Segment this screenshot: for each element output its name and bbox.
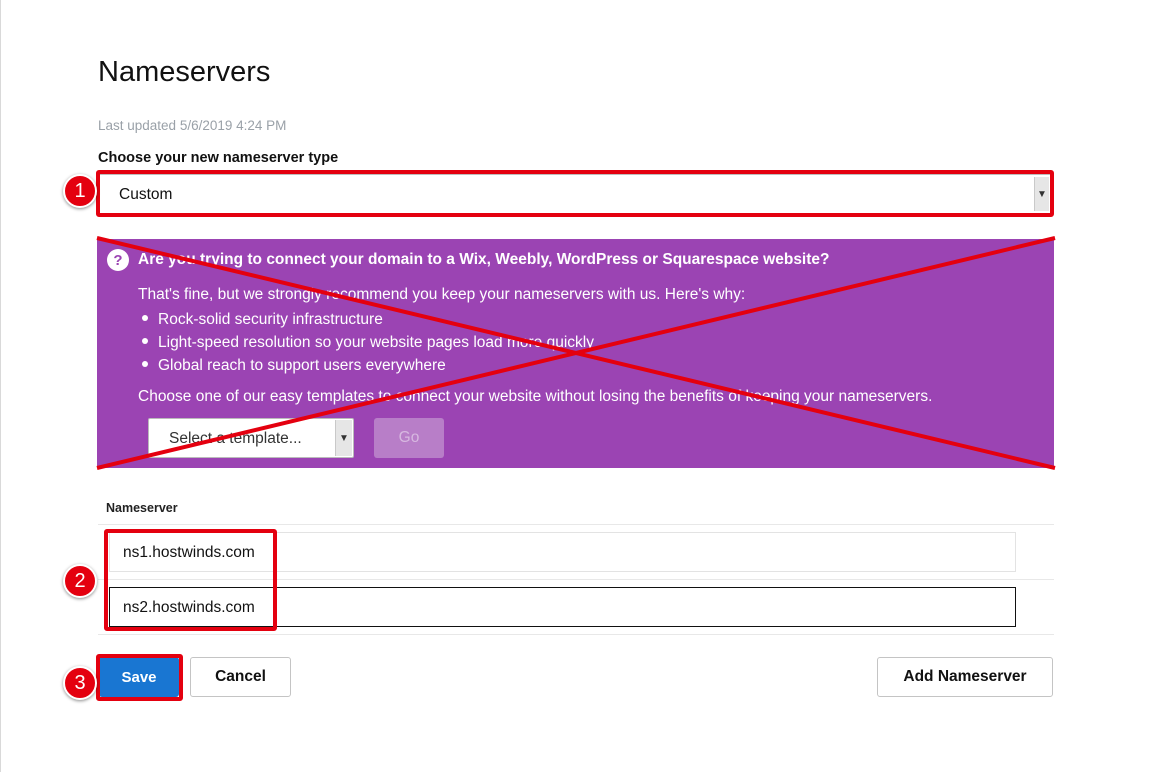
highlight-type-select (96, 170, 1054, 217)
cancel-button[interactable]: Cancel (190, 657, 291, 697)
highlight-save-button (96, 654, 183, 701)
divider (98, 524, 1054, 525)
highlight-nameserver-values (104, 529, 277, 631)
divider (98, 634, 1054, 635)
step-badge-1: 1 (63, 174, 97, 208)
step-badge-3: 3 (63, 666, 97, 700)
step-badge-2: 2 (63, 564, 97, 598)
add-nameserver-button[interactable]: Add Nameserver (877, 657, 1053, 697)
nameserver-column-header: Nameserver (106, 501, 178, 515)
